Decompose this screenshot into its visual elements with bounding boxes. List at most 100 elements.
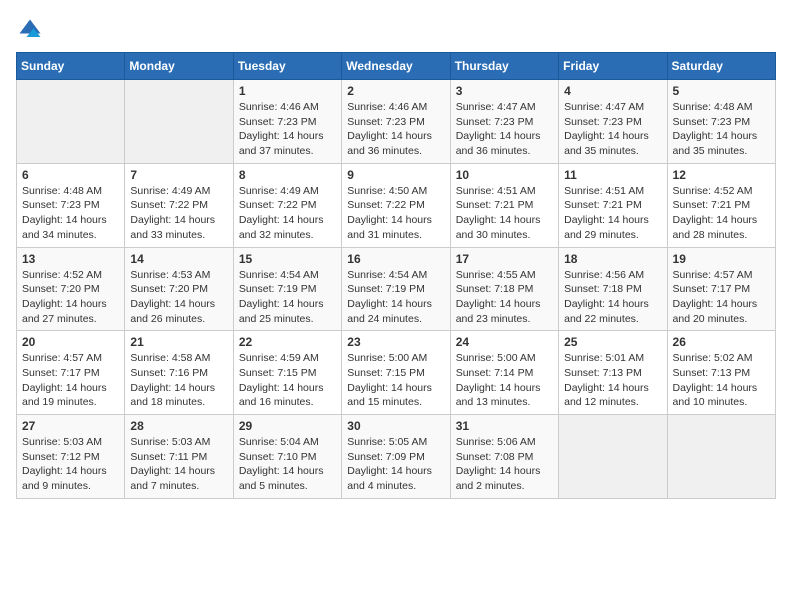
calendar-cell: 21 Sunrise: 4:58 AM Sunset: 7:16 PM Dayli… xyxy=(125,331,233,415)
weekday-header-row: SundayMondayTuesdayWednesdayThursdayFrid… xyxy=(17,53,776,80)
calendar-cell: 4 Sunrise: 4:47 AM Sunset: 7:23 PM Daylig… xyxy=(559,80,667,164)
day-number: 21 xyxy=(130,335,227,349)
calendar-cell: 7 Sunrise: 4:49 AM Sunset: 7:22 PM Daylig… xyxy=(125,163,233,247)
logo-icon xyxy=(16,16,44,44)
day-number: 16 xyxy=(347,252,444,266)
day-number: 15 xyxy=(239,252,336,266)
day-info: Sunrise: 5:00 AM Sunset: 7:14 PM Dayligh… xyxy=(456,351,553,410)
day-info: Sunrise: 4:59 AM Sunset: 7:15 PM Dayligh… xyxy=(239,351,336,410)
calendar-cell xyxy=(17,80,125,164)
day-info: Sunrise: 4:55 AM Sunset: 7:18 PM Dayligh… xyxy=(456,268,553,327)
calendar-cell: 23 Sunrise: 5:00 AM Sunset: 7:15 PM Dayli… xyxy=(342,331,450,415)
day-number: 14 xyxy=(130,252,227,266)
day-info: Sunrise: 4:51 AM Sunset: 7:21 PM Dayligh… xyxy=(456,184,553,243)
calendar-cell: 13 Sunrise: 4:52 AM Sunset: 7:20 PM Dayli… xyxy=(17,247,125,331)
calendar-cell: 3Sunrise: 4:47 AM Sunset: 7:23 PM Daylig… xyxy=(450,80,558,164)
weekday-header: Thursday xyxy=(450,53,558,80)
day-info: Sunrise: 4:49 AM Sunset: 7:22 PM Dayligh… xyxy=(239,184,336,243)
calendar-week-row: 6Sunrise: 4:48 AM Sunset: 7:23 PM Daylig… xyxy=(17,163,776,247)
day-info: Sunrise: 4:51 AM Sunset: 7:21 PM Dayligh… xyxy=(564,184,661,243)
calendar-cell xyxy=(667,415,775,499)
calendar-cell: 19 Sunrise: 4:57 AM Sunset: 7:17 PM Dayli… xyxy=(667,247,775,331)
day-number: 31 xyxy=(456,419,553,433)
day-number: 18 xyxy=(564,252,661,266)
calendar-cell: 14 Sunrise: 4:53 AM Sunset: 7:20 PM Dayli… xyxy=(125,247,233,331)
day-info: Sunrise: 5:04 AM Sunset: 7:10 PM Dayligh… xyxy=(239,435,336,494)
day-info: Sunrise: 4:46 AM Sunset: 7:23 PM Dayligh… xyxy=(239,100,336,159)
day-info: Sunrise: 4:57 AM Sunset: 7:17 PM Dayligh… xyxy=(673,268,770,327)
calendar-cell: 1 Sunrise: 4:46 AM Sunset: 7:23 PM Daylig… xyxy=(233,80,341,164)
day-number: 1 xyxy=(239,84,336,98)
weekday-header: Tuesday xyxy=(233,53,341,80)
day-number: 26 xyxy=(673,335,770,349)
day-number: 7 xyxy=(130,168,227,182)
day-info: Sunrise: 4:49 AM Sunset: 7:22 PM Dayligh… xyxy=(130,184,227,243)
day-info: Sunrise: 5:01 AM Sunset: 7:13 PM Dayligh… xyxy=(564,351,661,410)
calendar-cell xyxy=(125,80,233,164)
day-number: 8 xyxy=(239,168,336,182)
calendar-cell: 26 Sunrise: 5:02 AM Sunset: 7:13 PM Dayli… xyxy=(667,331,775,415)
calendar-cell: 29 Sunrise: 5:04 AM Sunset: 7:10 PM Dayli… xyxy=(233,415,341,499)
day-info: Sunrise: 4:52 AM Sunset: 7:20 PM Dayligh… xyxy=(22,268,119,327)
day-info: Sunrise: 4:58 AM Sunset: 7:16 PM Dayligh… xyxy=(130,351,227,410)
day-number: 27 xyxy=(22,419,119,433)
weekday-header: Monday xyxy=(125,53,233,80)
calendar-cell: 11 Sunrise: 4:51 AM Sunset: 7:21 PM Dayli… xyxy=(559,163,667,247)
day-info: Sunrise: 4:47 AM Sunset: 7:23 PM Dayligh… xyxy=(564,100,661,159)
day-info: Sunrise: 5:02 AM Sunset: 7:13 PM Dayligh… xyxy=(673,351,770,410)
calendar-cell: 22 Sunrise: 4:59 AM Sunset: 7:15 PM Dayli… xyxy=(233,331,341,415)
calendar-week-row: 27 Sunrise: 5:03 AM Sunset: 7:12 PM Dayli… xyxy=(17,415,776,499)
day-number: 2 xyxy=(347,84,444,98)
day-number: 20 xyxy=(22,335,119,349)
day-number: 23 xyxy=(347,335,444,349)
day-number: 3 xyxy=(456,84,553,98)
calendar-cell: 5 Sunrise: 4:48 AM Sunset: 7:23 PM Daylig… xyxy=(667,80,775,164)
calendar-cell: 16 Sunrise: 4:54 AM Sunset: 7:19 PM Dayli… xyxy=(342,247,450,331)
day-info: Sunrise: 4:54 AM Sunset: 7:19 PM Dayligh… xyxy=(347,268,444,327)
calendar-week-row: 1 Sunrise: 4:46 AM Sunset: 7:23 PM Daylig… xyxy=(17,80,776,164)
day-number: 12 xyxy=(673,168,770,182)
day-number: 29 xyxy=(239,419,336,433)
day-number: 4 xyxy=(564,84,661,98)
calendar-cell: 20 Sunrise: 4:57 AM Sunset: 7:17 PM Dayli… xyxy=(17,331,125,415)
day-number: 17 xyxy=(456,252,553,266)
calendar-table: SundayMondayTuesdayWednesdayThursdayFrid… xyxy=(16,52,776,499)
day-info: Sunrise: 4:57 AM Sunset: 7:17 PM Dayligh… xyxy=(22,351,119,410)
day-number: 24 xyxy=(456,335,553,349)
day-info: Sunrise: 5:03 AM Sunset: 7:12 PM Dayligh… xyxy=(22,435,119,494)
calendar-cell: 27 Sunrise: 5:03 AM Sunset: 7:12 PM Dayli… xyxy=(17,415,125,499)
calendar-cell: 30 Sunrise: 5:05 AM Sunset: 7:09 PM Dayli… xyxy=(342,415,450,499)
day-info: Sunrise: 4:56 AM Sunset: 7:18 PM Dayligh… xyxy=(564,268,661,327)
day-number: 5 xyxy=(673,84,770,98)
day-info: Sunrise: 4:46 AM Sunset: 7:23 PM Dayligh… xyxy=(347,100,444,159)
calendar-cell: 6Sunrise: 4:48 AM Sunset: 7:23 PM Daylig… xyxy=(17,163,125,247)
day-info: Sunrise: 5:03 AM Sunset: 7:11 PM Dayligh… xyxy=(130,435,227,494)
calendar-cell: 12 Sunrise: 4:52 AM Sunset: 7:21 PM Dayli… xyxy=(667,163,775,247)
day-number: 25 xyxy=(564,335,661,349)
calendar-cell: 31 Sunrise: 5:06 AM Sunset: 7:08 PM Dayli… xyxy=(450,415,558,499)
day-number: 22 xyxy=(239,335,336,349)
day-info: Sunrise: 5:00 AM Sunset: 7:15 PM Dayligh… xyxy=(347,351,444,410)
calendar-cell: 9Sunrise: 4:50 AM Sunset: 7:22 PM Daylig… xyxy=(342,163,450,247)
day-number: 11 xyxy=(564,168,661,182)
day-info: Sunrise: 5:06 AM Sunset: 7:08 PM Dayligh… xyxy=(456,435,553,494)
calendar-cell: 10Sunrise: 4:51 AM Sunset: 7:21 PM Dayli… xyxy=(450,163,558,247)
calendar-cell: 28 Sunrise: 5:03 AM Sunset: 7:11 PM Dayli… xyxy=(125,415,233,499)
page-header xyxy=(16,16,776,44)
calendar-week-row: 20 Sunrise: 4:57 AM Sunset: 7:17 PM Dayli… xyxy=(17,331,776,415)
logo xyxy=(16,16,48,44)
calendar-cell: 15Sunrise: 4:54 AM Sunset: 7:19 PM Dayli… xyxy=(233,247,341,331)
day-number: 9 xyxy=(347,168,444,182)
day-number: 13 xyxy=(22,252,119,266)
day-number: 19 xyxy=(673,252,770,266)
day-info: Sunrise: 4:52 AM Sunset: 7:21 PM Dayligh… xyxy=(673,184,770,243)
weekday-header: Sunday xyxy=(17,53,125,80)
day-info: Sunrise: 4:53 AM Sunset: 7:20 PM Dayligh… xyxy=(130,268,227,327)
day-info: Sunrise: 5:05 AM Sunset: 7:09 PM Dayligh… xyxy=(347,435,444,494)
calendar-cell: 18 Sunrise: 4:56 AM Sunset: 7:18 PM Dayli… xyxy=(559,247,667,331)
day-number: 28 xyxy=(130,419,227,433)
day-info: Sunrise: 4:48 AM Sunset: 7:23 PM Dayligh… xyxy=(673,100,770,159)
day-number: 30 xyxy=(347,419,444,433)
calendar-week-row: 13 Sunrise: 4:52 AM Sunset: 7:20 PM Dayli… xyxy=(17,247,776,331)
calendar-cell: 25 Sunrise: 5:01 AM Sunset: 7:13 PM Dayli… xyxy=(559,331,667,415)
